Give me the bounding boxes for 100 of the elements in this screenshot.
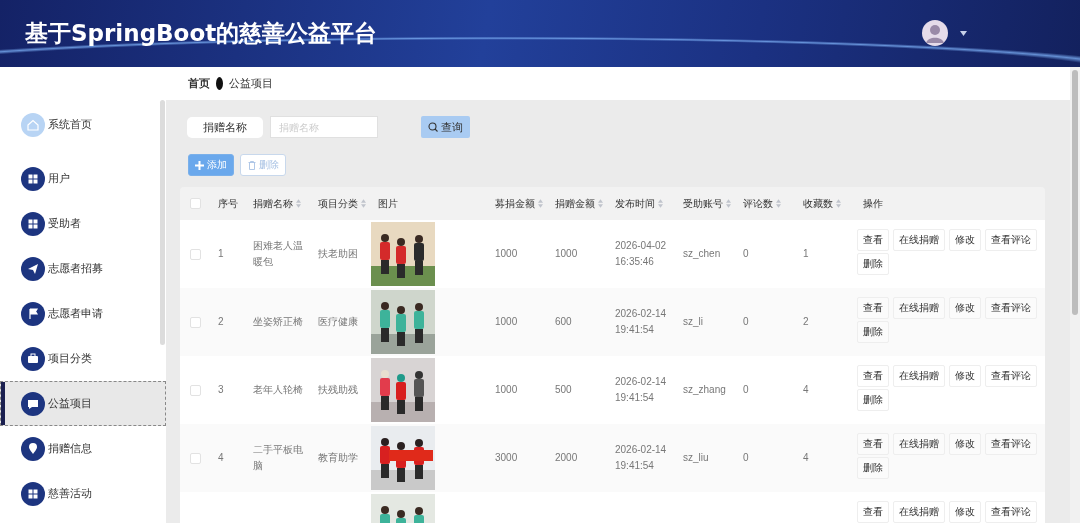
sidebar-item[interactable]: 项目分类 xyxy=(0,336,166,381)
action-button[interactable]: 修改 xyxy=(949,433,981,455)
caret-icon[interactable] xyxy=(960,31,967,36)
sort-icon[interactable] xyxy=(776,199,781,208)
column-header[interactable]: 评论数 xyxy=(743,196,773,211)
column-header[interactable]: 募捐金额 xyxy=(495,196,535,211)
table-cell: 扶残助残 xyxy=(318,384,358,395)
table-row[interactable]: 3 老年人轮椅 扶残助残 1000 500 2026-02-14 19:41:54 sz_zhang 0 4 查看 在线捐赠 修改 查看评论 删除 xyxy=(180,356,1045,424)
sort-icon[interactable] xyxy=(836,199,841,208)
table-row[interactable]: 4 二手平板电脑 教育助学 3000 2000 2026-02-14 19:41:54 sz_liu 0 4 查看 在线捐赠 修改 查看评论 删除 xyxy=(180,424,1045,492)
sidebar-item[interactable]: 受助者 xyxy=(0,201,166,246)
table-cell: sz_chen xyxy=(683,248,721,259)
table-row[interactable]: 查看 在线捐赠 修改 查看评论 xyxy=(180,492,1045,523)
grid-icon xyxy=(21,166,45,191)
sort-icon[interactable] xyxy=(658,199,663,208)
column-header[interactable]: 收藏数 xyxy=(803,196,833,211)
table-cell: 2 xyxy=(218,316,224,327)
action-button[interactable]: 查看 xyxy=(857,365,889,387)
table-cell: 1000 xyxy=(495,316,518,327)
paper-plane-icon xyxy=(21,256,45,281)
action-button[interactable]: 删除 xyxy=(857,321,889,343)
sort-icon[interactable] xyxy=(598,199,603,208)
plus-icon xyxy=(195,160,204,170)
table-row[interactable]: 2 坐姿矫正椅 医疗健康 1000 600 2026-02-14 19:41:54 sz_li 0 2 查看 在线捐赠 修改 查看评论 删除 xyxy=(180,288,1045,356)
action-button[interactable]: 在线捐赠 xyxy=(893,229,945,251)
table-cell: 2026-02-14 19:41:54 xyxy=(615,444,667,471)
table-cell: 4 xyxy=(218,452,224,463)
column-header[interactable]: 发布时间 xyxy=(615,196,655,211)
action-button[interactable]: 查看 xyxy=(857,297,889,319)
sort-icon[interactable] xyxy=(726,199,731,208)
sort-icon[interactable] xyxy=(296,199,301,208)
action-button[interactable]: 查看 xyxy=(857,229,889,251)
table-cell: 老年人轮椅 xyxy=(253,384,303,395)
flag-icon xyxy=(21,301,45,326)
sidebar-item[interactable]: 用户 xyxy=(0,156,166,201)
action-button[interactable]: 查看评论 xyxy=(985,501,1037,523)
action-button[interactable]: 修改 xyxy=(949,297,981,319)
search-icon xyxy=(428,122,438,132)
table-cell: 0 xyxy=(743,384,749,395)
action-button[interactable]: 修改 xyxy=(949,501,981,523)
action-button[interactable]: 查看评论 xyxy=(985,433,1037,455)
sort-icon[interactable] xyxy=(538,199,543,208)
sidebar-item[interactable]: 慈善活动 xyxy=(0,471,166,516)
table-cell: 4 xyxy=(803,384,809,395)
table-cell: 2026-04-02 16:35:46 xyxy=(615,240,667,267)
column-header[interactable]: 捐赠金额 xyxy=(555,196,595,211)
table-cell: 3 xyxy=(218,384,224,395)
action-button[interactable]: 在线捐赠 xyxy=(893,365,945,387)
scrollbar-thumb[interactable] xyxy=(1072,70,1078,315)
table-cell: 500 xyxy=(555,384,572,395)
action-button[interactable]: 查看 xyxy=(857,433,889,455)
column-header[interactable]: 受助账号 xyxy=(683,196,723,211)
action-button[interactable]: 删除 xyxy=(857,389,889,411)
avatar-icon[interactable] xyxy=(922,20,948,46)
sort-icon[interactable] xyxy=(361,199,366,208)
action-button[interactable]: 在线捐赠 xyxy=(893,501,945,523)
action-button[interactable]: 删除 xyxy=(857,253,889,275)
row-checkbox[interactable] xyxy=(189,248,201,260)
table-cell: 2000 xyxy=(555,452,578,463)
table-cell: 扶老助困 xyxy=(318,248,358,259)
table-cell: 1000 xyxy=(555,248,578,259)
search-button[interactable]: 查询 xyxy=(421,116,470,138)
sidebar-item[interactable]: 志愿者申请 xyxy=(0,291,166,336)
briefcase-icon xyxy=(21,346,45,371)
table-cell: 1000 xyxy=(495,248,518,259)
table-cell: 3000 xyxy=(495,452,518,463)
sidebar-scrollbar[interactable] xyxy=(160,100,165,345)
table-cell: 教育助学 xyxy=(318,452,358,463)
table-cell: 医疗健康 xyxy=(318,316,358,327)
table-cell: 0 xyxy=(743,316,749,327)
chat-bubble-icon xyxy=(21,391,45,416)
column-header[interactable]: 捐赠名称 xyxy=(253,196,293,211)
action-button[interactable]: 在线捐赠 xyxy=(893,297,945,319)
row-checkbox[interactable] xyxy=(189,316,201,328)
action-button[interactable]: 查看评论 xyxy=(985,297,1037,319)
action-button[interactable]: 修改 xyxy=(949,365,981,387)
sidebar-item[interactable]: 捐赠信息 xyxy=(0,426,166,471)
sidebar-item[interactable]: 公益项目 xyxy=(0,381,166,426)
table-cell: 2026-02-14 19:41:54 xyxy=(615,308,667,335)
select-all-checkbox[interactable] xyxy=(189,198,201,209)
action-button[interactable]: 修改 xyxy=(949,229,981,251)
row-checkbox[interactable] xyxy=(189,384,201,396)
action-button[interactable]: 查看评论 xyxy=(985,365,1037,387)
sidebar-item[interactable]: 系统首页 xyxy=(0,102,166,147)
column-header[interactable]: 项目分类 xyxy=(318,196,358,211)
action-button[interactable]: 删除 xyxy=(857,457,889,479)
table-cell: sz_li xyxy=(683,316,703,327)
column-header: 操作 xyxy=(863,196,883,211)
table-cell: 4 xyxy=(803,452,809,463)
action-button[interactable]: 查看 xyxy=(857,501,889,523)
sidebar-item[interactable]: 志愿者招募 xyxy=(0,246,166,291)
row-checkbox[interactable] xyxy=(189,452,201,464)
table-row[interactable]: 1 困难老人温暖包 扶老助困 1000 1000 2026-04-02 16:35:46 sz_chen 0 1 查看 在线捐赠 修改 查看评论 删除 xyxy=(180,220,1045,288)
table-cell: 困难老人温暖包 xyxy=(253,240,303,267)
app-title: 基于SpringBoot的慈善公益平台 xyxy=(25,19,378,48)
action-button[interactable]: 查看评论 xyxy=(985,229,1037,251)
breadcrumb-item[interactable]: 首页 xyxy=(188,76,210,91)
location-pin-icon xyxy=(21,436,45,461)
action-button[interactable]: 在线捐赠 xyxy=(893,433,945,455)
breadcrumb-item: 公益项目 xyxy=(229,76,273,91)
